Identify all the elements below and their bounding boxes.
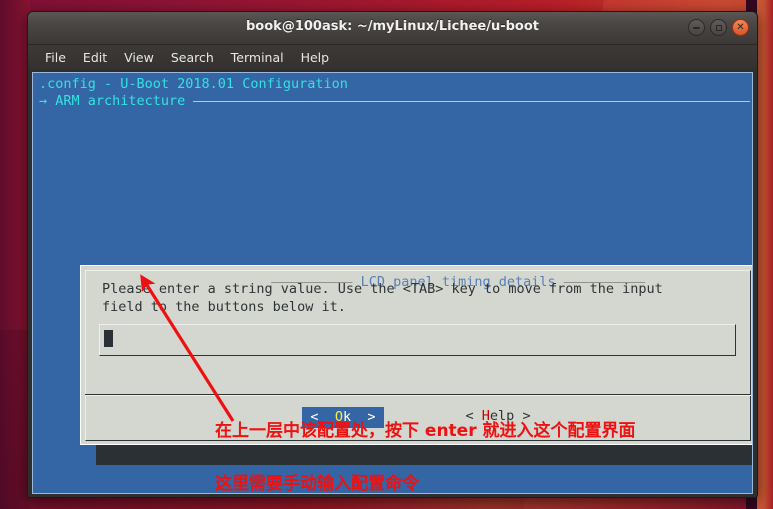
- window-title: book@100ask: ~/myLinux/Lichee/u-boot: [246, 19, 539, 34]
- minimize-icon[interactable]: [688, 19, 705, 36]
- dialog-prompt-line1: Please enter a string value. Use the <TA…: [102, 281, 663, 297]
- ok-label-rest: k: [342, 409, 352, 425]
- help-bracket-right: >: [522, 408, 531, 424]
- menu-file[interactable]: File: [38, 48, 73, 67]
- menuconfig-breadcrumb: → ARM architecture: [33, 93, 752, 110]
- wallpaper-right-edge: [757, 0, 773, 509]
- text-cursor: [104, 330, 113, 347]
- string-input-field[interactable]: [99, 324, 736, 356]
- ok-hotkey: O: [334, 409, 343, 425]
- menuconfig-breadcrumb-label: → ARM architecture: [39, 93, 186, 109]
- close-icon[interactable]: ✕: [732, 19, 749, 36]
- menuconfig-title: .config - U-Boot 2018.01 Configuration: [39, 76, 348, 92]
- menu-help[interactable]: Help: [294, 48, 337, 67]
- string-input-dialog: —————————— LCD panel timing details ————…: [80, 265, 752, 445]
- dialog-button-row: < Ok > < Help >: [81, 407, 752, 428]
- terminal-body: .config - U-Boot 2018.01 Configuration →…: [28, 69, 757, 497]
- menu-search[interactable]: Search: [164, 48, 221, 67]
- dialog-prompt-line2: field to the buttons below it.: [102, 299, 346, 315]
- help-button[interactable]: < Help >: [464, 407, 533, 428]
- menu-bar: File Edit View Search Terminal Help: [28, 45, 757, 70]
- help-bracket-left: <: [465, 408, 474, 424]
- maximize-icon[interactable]: [710, 19, 727, 36]
- ok-bracket-right: >: [367, 409, 376, 425]
- window-titlebar[interactable]: book@100ask: ~/myLinux/Lichee/u-boot ✕: [28, 12, 757, 45]
- help-hotkey: H: [481, 408, 490, 424]
- menu-edit[interactable]: Edit: [76, 48, 114, 67]
- ok-button[interactable]: < Ok >: [302, 407, 384, 428]
- menuconfig-breadcrumb-rule: [193, 101, 750, 102]
- terminal-window: book@100ask: ~/myLinux/Lichee/u-boot ✕ F…: [27, 11, 758, 498]
- dialog-separator: [85, 394, 751, 396]
- dialog-prompt: Please enter a string value. Use the <TA…: [102, 280, 663, 316]
- menu-view[interactable]: View: [117, 48, 161, 67]
- menu-terminal[interactable]: Terminal: [224, 48, 291, 67]
- menuconfig-screen: .config - U-Boot 2018.01 Configuration →…: [32, 72, 753, 494]
- help-label-rest: elp: [489, 408, 515, 424]
- window-controls: ✕: [688, 19, 749, 36]
- ok-bracket-left: <: [310, 409, 319, 425]
